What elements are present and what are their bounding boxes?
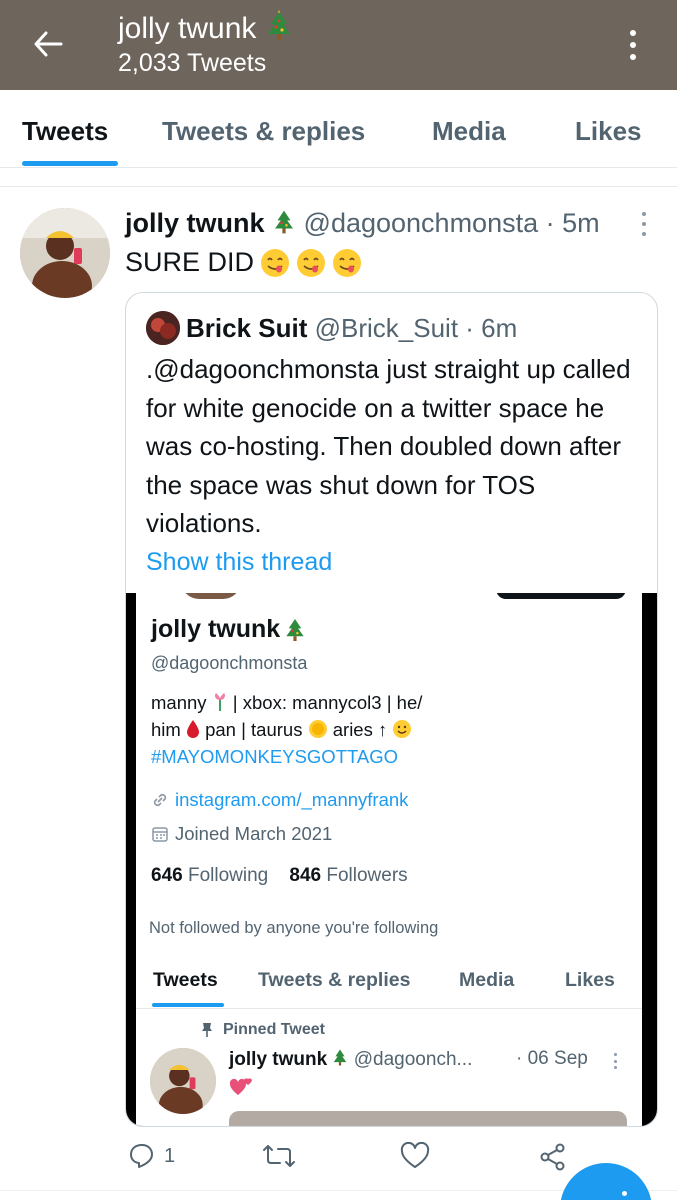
show-thread-link[interactable]: Show this thread bbox=[146, 548, 332, 577]
screenshot-profile-name: jolly twunk bbox=[151, 615, 306, 644]
tweet-time: · 5m bbox=[545, 208, 600, 238]
tab-likes[interactable]: Likes bbox=[575, 116, 642, 147]
plus-icon bbox=[622, 1191, 627, 1196]
bio-text: aries ↑ bbox=[332, 719, 388, 740]
screenshot-joined-row: Joined March 2021 bbox=[151, 823, 332, 845]
quoted-time: · 6m bbox=[465, 313, 518, 343]
christmas-tree-icon bbox=[275, 210, 293, 234]
quoted-avatar[interactable] bbox=[146, 311, 180, 345]
profile-name: jolly twunk bbox=[118, 10, 293, 46]
screenshot-avatar bbox=[150, 1048, 216, 1114]
link-icon bbox=[153, 793, 167, 807]
screenshot-tab-replies: Tweets & replies bbox=[258, 969, 411, 991]
joined-date: Joined March 2021 bbox=[175, 823, 333, 844]
share-button[interactable] bbox=[538, 1142, 568, 1172]
reply-icon bbox=[130, 1144, 153, 1168]
pinned-author-handle: @dagoonch... bbox=[353, 1049, 473, 1070]
tab-tweets[interactable]: Tweets bbox=[22, 116, 108, 147]
retweet-button[interactable] bbox=[262, 1142, 296, 1170]
more-vertical-icon bbox=[614, 1053, 618, 1069]
yum-face-emoji-icon bbox=[297, 248, 326, 277]
pinned-media-image bbox=[229, 1111, 627, 1126]
tweet-header: jolly twunk @dagoonchmonsta · 5m bbox=[125, 208, 600, 239]
screenshot-tab-media: Media bbox=[459, 969, 515, 991]
screenshot-follow-counts: 646 Following 846 Followers bbox=[151, 865, 408, 887]
pinned-author-name: jolly twunk bbox=[229, 1049, 328, 1070]
pinned-date: · 06 Sep bbox=[516, 1048, 588, 1069]
not-followed-note: Not followed by anyone you're following bbox=[149, 919, 439, 937]
bio-text: manny bbox=[151, 692, 207, 713]
pin-icon bbox=[202, 1023, 212, 1037]
followers-label: Followers bbox=[326, 865, 408, 886]
tweet-author-name[interactable]: jolly twunk bbox=[125, 208, 265, 238]
screenshot-bio: manny | xbox: mannycol3 | he/ him pan | … bbox=[151, 689, 422, 770]
yum-face-emoji-icon bbox=[261, 248, 290, 277]
tweet-author-handle[interactable]: @dagoonchmonsta bbox=[304, 208, 539, 238]
quoted-header: Brick Suit @Brick_Suit · 6m bbox=[186, 313, 517, 344]
profile-screenshot: jolly twunk @dagoonchmonsta manny | xbox… bbox=[136, 593, 642, 1126]
quoted-text: .@dagoonchmonsta just straight up called… bbox=[146, 354, 631, 538]
quoted-tweet[interactable]: Brick Suit @Brick_Suit · 6m .@dagoonchmo… bbox=[125, 292, 658, 1127]
two-hearts-icon bbox=[229, 1075, 255, 1102]
screenshot-link-row: instagram.com/_mannyfrank bbox=[151, 789, 408, 811]
screenshot-name-text: jolly twunk bbox=[151, 615, 281, 643]
screenshot-active-tab-indicator bbox=[152, 1003, 224, 1007]
back-button[interactable] bbox=[28, 26, 68, 62]
like-button[interactable] bbox=[400, 1142, 430, 1170]
screenshot-tab-tweets: Tweets bbox=[153, 969, 218, 991]
profile-header: jolly twunk 2,033 Tweets bbox=[0, 0, 677, 90]
quoted-author-name[interactable]: Brick Suit bbox=[186, 313, 307, 343]
screenshot-tab-likes: Likes bbox=[565, 969, 615, 991]
arrow-left-icon bbox=[34, 31, 63, 57]
reply-button[interactable]: 1 bbox=[128, 1142, 175, 1170]
profile-name-text: jolly twunk bbox=[118, 12, 257, 45]
more-vertical-icon bbox=[642, 212, 646, 216]
yum-face-emoji-icon bbox=[333, 248, 362, 277]
retweet-icon bbox=[263, 1145, 295, 1167]
profile-link: instagram.com/_mannyfrank bbox=[175, 789, 409, 810]
share-icon bbox=[540, 1143, 565, 1171]
christmas-tree-icon bbox=[334, 1049, 347, 1066]
quoted-author-handle[interactable]: @Brick_Suit bbox=[315, 313, 458, 343]
followers-count: 846 bbox=[289, 865, 322, 886]
bio-text: | xbox: mannycol3 | he/ bbox=[227, 692, 423, 713]
blood-drop-icon bbox=[186, 720, 199, 738]
profile-tabs: Tweets Tweets & replies Media Likes bbox=[0, 90, 677, 168]
pinned-label: Pinned Tweet bbox=[223, 1021, 325, 1038]
pinned-label-row: Pinned Tweet bbox=[201, 1021, 325, 1039]
active-tab-indicator bbox=[22, 161, 118, 166]
more-vertical-icon bbox=[630, 30, 636, 36]
calendar-icon bbox=[152, 827, 168, 842]
pinned-tweet-header: jolly twunk @dagoonch... bbox=[229, 1048, 472, 1071]
bio-hashtag: #MAYOMONKEYSGOTTAGO bbox=[151, 746, 399, 767]
tweet-text: SURE DID bbox=[125, 247, 362, 278]
christmas-tree-icon bbox=[286, 618, 304, 641]
bio-text: him bbox=[151, 719, 181, 740]
tab-tweets-replies[interactable]: Tweets & replies bbox=[162, 116, 365, 147]
tweet-count: 2,033 Tweets bbox=[118, 49, 267, 77]
sun-icon bbox=[308, 720, 327, 738]
more-options-button[interactable] bbox=[618, 24, 648, 66]
smiley-icon bbox=[393, 720, 412, 738]
heart-icon bbox=[400, 1142, 430, 1168]
screenshot-handle: @dagoonchmonsta bbox=[151, 653, 308, 673]
reply-count: 1 bbox=[164, 1144, 176, 1167]
tulip-icon bbox=[214, 693, 225, 711]
following-label: Following bbox=[187, 865, 269, 886]
avatar-photo bbox=[20, 208, 110, 298]
screenshot-tabs: Tweets Tweets & replies Media Likes bbox=[136, 953, 642, 1009]
quoted-media-image[interactable]: jolly twunk @dagoonchmonsta manny | xbox… bbox=[126, 593, 657, 1126]
tab-media[interactable]: Media bbox=[432, 116, 506, 147]
christmas-tree-icon bbox=[267, 10, 290, 40]
following-count: 646 bbox=[151, 865, 183, 886]
bio-text: pan | taurus bbox=[205, 719, 303, 740]
avatar[interactable] bbox=[20, 208, 110, 298]
tweet-more-button[interactable] bbox=[640, 212, 648, 236]
divider bbox=[0, 186, 677, 187]
tweet-text-content: SURE DID bbox=[125, 247, 255, 277]
